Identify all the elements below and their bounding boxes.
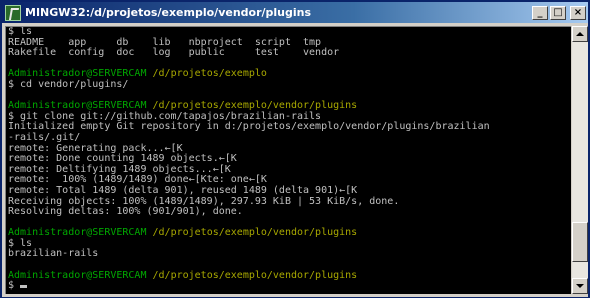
arrow-up-icon	[576, 32, 584, 36]
window-client-area: $ ls README app db lib nbproject script t…	[2, 23, 588, 297]
console-line: remote: Total 1489 (delta 901), reused 1…	[8, 184, 358, 196]
text-cursor	[20, 285, 28, 289]
arrow-down-icon	[576, 284, 584, 288]
prompt-user: Administrador@SERVERCAM	[8, 269, 147, 281]
minimize-button[interactable]: _	[532, 5, 548, 20]
prompt-path: /d/projetos/exemplo/vendor/plugins	[146, 227, 358, 239]
prompt-path: /d/projetos/exemplo/vendor/plugins	[146, 269, 358, 281]
maximize-button[interactable]: □	[550, 5, 566, 20]
console-line: Resolving deltas: 100% (901/901), done.	[8, 206, 243, 218]
mingw-app-icon[interactable]	[5, 4, 21, 21]
input-line: $	[6, 280, 571, 292]
prompt-path: /d/projetos/exemplo	[146, 68, 267, 80]
console-output[interactable]: $ ls README app db lib nbproject script t…	[5, 26, 571, 294]
close-button[interactable]: ×	[570, 5, 586, 20]
title-bar[interactable]: MINGW32:/d/projetos/exemplo/vendor/plugi…	[2, 2, 588, 23]
prompt-path: /d/projetos/exemplo/vendor/plugins	[146, 100, 358, 112]
scroll-up-button[interactable]	[572, 26, 588, 42]
window-controls: _ □ ×	[532, 5, 586, 20]
prompt-line: Administrador@SERVERCAM /d/projetos/exem…	[6, 227, 571, 239]
terminal-window: MINGW32:/d/projetos/exemplo/vendor/plugi…	[0, 0, 590, 298]
console-line: Initialized empty Git repository in d:/p…	[8, 121, 490, 133]
prompt-line: Administrador@SERVERCAM /d/projetos/exem…	[6, 269, 571, 282]
console-line: -rails/.git/	[8, 131, 81, 143]
input-prompt: $	[8, 280, 21, 292]
vertical-scrollbar[interactable]	[572, 26, 588, 294]
console-line: Rakefile config doc log public test vend…	[8, 47, 340, 59]
console-line: $ cd vendor/plugins/	[8, 78, 129, 90]
prompt-user: Administrador@SERVERCAM	[8, 227, 147, 239]
prompt-user: Administrador@SERVERCAM	[8, 68, 147, 80]
console-line: brazilian-rails	[8, 248, 99, 260]
console-line: $ ls	[8, 26, 33, 37]
scrollbar-thumb[interactable]	[572, 222, 588, 262]
prompt-user: Administrador@SERVERCAM	[8, 100, 147, 112]
window-title: MINGW32:/d/projetos/exemplo/vendor/plugi…	[25, 6, 312, 19]
scroll-down-button[interactable]	[572, 278, 588, 294]
